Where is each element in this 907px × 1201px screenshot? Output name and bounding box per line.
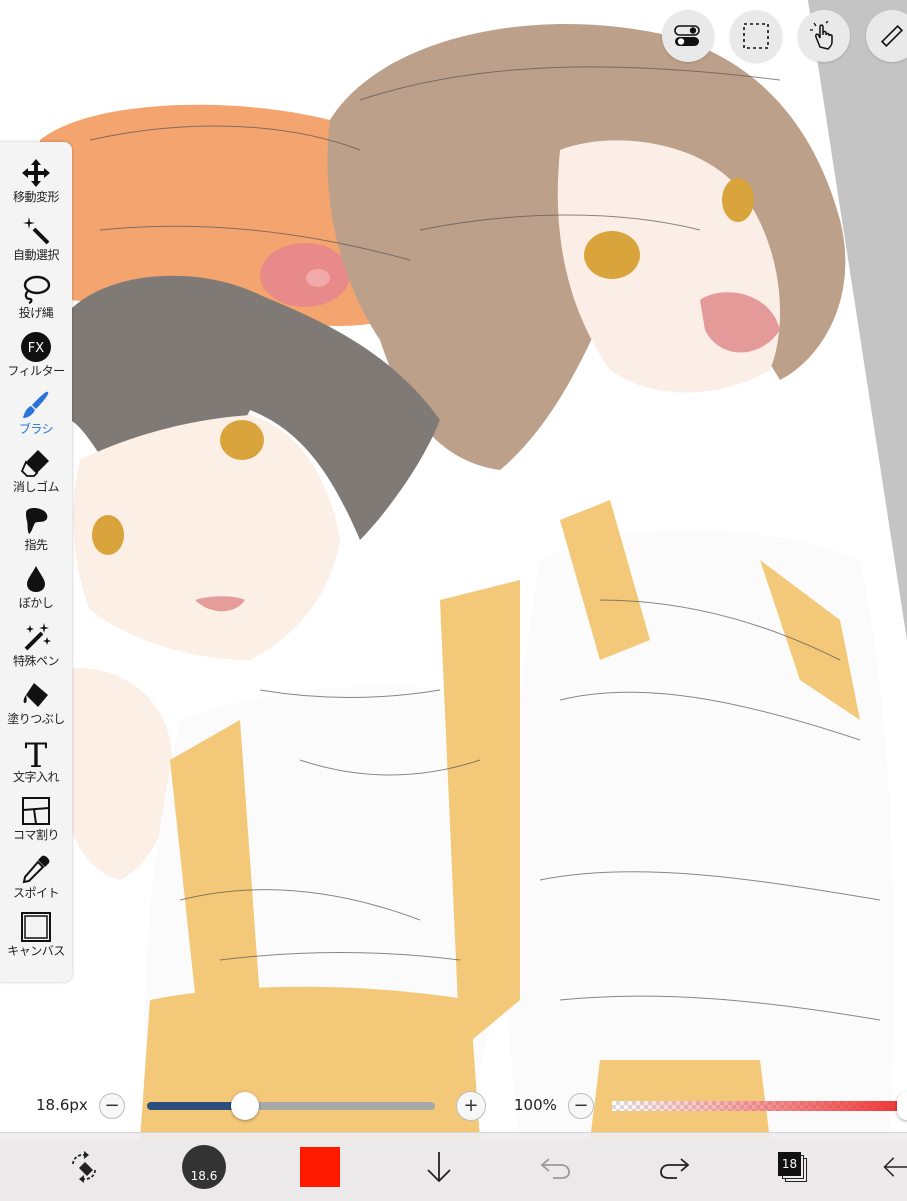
tool-label: ブラシ	[18, 422, 54, 436]
tool-move[interactable]: 移動変形	[0, 152, 72, 210]
panel-icon	[22, 797, 50, 825]
svg-text:FX: FX	[28, 341, 44, 356]
tool-label: 移動変形	[12, 190, 60, 204]
opacity-label: 100%	[514, 1096, 557, 1114]
tool-smudge[interactable]: 指先	[0, 500, 72, 558]
tool-lasso[interactable]: 投げ縄	[0, 268, 72, 326]
tool-label: 消しゴム	[12, 480, 60, 494]
opacity-minus-button[interactable]: −	[568, 1093, 594, 1119]
save-down-button[interactable]	[416, 1133, 462, 1201]
eyedropper-icon	[22, 855, 50, 884]
undo-button[interactable]	[532, 1133, 580, 1201]
tool-eraser[interactable]: 消しゴム	[0, 442, 72, 500]
fx-icon: FX	[21, 332, 51, 362]
brush-size-minus-button[interactable]: −	[99, 1093, 125, 1119]
blur-drop-icon	[27, 566, 45, 592]
opacity-slider-knob[interactable]	[897, 1092, 907, 1120]
layer-count-box: 18	[778, 1152, 801, 1176]
current-color-swatch	[300, 1147, 340, 1187]
tool-label: 投げ縄	[18, 306, 54, 320]
tool-label: 指先	[24, 538, 48, 552]
tool-special-pen[interactable]: 特殊ペン	[0, 616, 72, 674]
smudge-icon	[26, 508, 48, 534]
tool-label: スポイト	[12, 886, 60, 900]
layers-button[interactable]: 18	[770, 1133, 816, 1201]
opacity-slider[interactable]	[612, 1101, 907, 1111]
tool-label: 自動選択	[12, 248, 60, 262]
canvas-icon	[21, 912, 51, 942]
back-button[interactable]	[882, 1133, 907, 1201]
tool-canvas[interactable]: キャンバス	[0, 906, 72, 964]
tool-palette: 移動変形 自動選択 投げ縄 FX フィルター ブラシ 消しゴム 指先 ぼかし 特…	[0, 142, 72, 982]
magic-wand-icon	[23, 217, 50, 245]
tool-label: キャンバス	[7, 944, 65, 958]
canvas-artwork	[0, 0, 907, 1140]
lasso-icon	[23, 275, 51, 305]
brush-size-badge-button[interactable]: 18.6	[176, 1133, 232, 1201]
brush-size-badge-text: 18.6	[190, 1169, 218, 1183]
color-picker-button[interactable]	[296, 1133, 344, 1201]
move-icon	[22, 159, 50, 187]
tool-filter[interactable]: FX フィルター	[0, 326, 72, 384]
tool-label: 特殊ペン	[12, 654, 60, 668]
special-pen-icon	[24, 623, 51, 651]
tool-label: ぼかし	[18, 596, 54, 610]
tool-text[interactable]: T 文字入れ	[0, 732, 72, 790]
ruler-icon	[880, 24, 904, 48]
arrow-down-icon	[427, 1152, 451, 1183]
svg-text:T: T	[25, 736, 48, 770]
text-icon: T	[25, 736, 48, 770]
back-arrow-icon	[883, 1157, 907, 1177]
toggle-icon	[674, 25, 700, 46]
tool-label: フィルター	[7, 364, 65, 378]
tool-label: 塗りつぶし	[7, 712, 65, 726]
rotate-arrows-icon	[72, 1151, 96, 1183]
redo-icon	[660, 1158, 690, 1179]
tool-blur[interactable]: ぼかし	[0, 558, 72, 616]
transform-rotate-button[interactable]	[60, 1133, 108, 1201]
selection-button[interactable]	[730, 10, 782, 62]
hand-gesture-icon	[810, 21, 833, 50]
brush-size-slider-knob[interactable]	[230, 1092, 259, 1120]
undo-icon	[540, 1158, 570, 1179]
drawing-canvas[interactable]	[0, 0, 907, 1200]
tool-fill[interactable]: 塗りつぶし	[0, 674, 72, 732]
brush-size-label: 18.6px	[36, 1096, 88, 1114]
tool-auto-select[interactable]: 自動選択	[0, 210, 72, 268]
tool-label: コマ割り	[12, 828, 60, 842]
brush-size-plus-button[interactable]: +	[456, 1091, 486, 1121]
tool-eyedropper[interactable]: スポイト	[0, 848, 72, 906]
brush-size-slider[interactable]	[147, 1092, 435, 1120]
toggle-switch-button[interactable]	[662, 10, 714, 62]
brush-size-badge: 18.6	[182, 1145, 226, 1189]
bottom-toolbar: 18.6 18	[0, 1132, 907, 1201]
fill-bucket-icon	[23, 683, 48, 707]
tool-brush[interactable]: ブラシ	[0, 384, 72, 442]
layers-icon: 18	[776, 1150, 810, 1184]
eraser-icon	[20, 450, 49, 477]
gesture-button[interactable]	[798, 10, 850, 62]
brush-settings-row: 18.6px − + 100% −	[0, 1088, 907, 1124]
dashed-selection-icon	[743, 23, 769, 49]
brush-icon	[23, 391, 49, 418]
redo-button[interactable]	[650, 1133, 698, 1201]
tool-panel[interactable]: コマ割り	[0, 790, 72, 848]
opacity-slider-fill	[612, 1101, 907, 1111]
tool-label: 文字入れ	[12, 770, 60, 784]
